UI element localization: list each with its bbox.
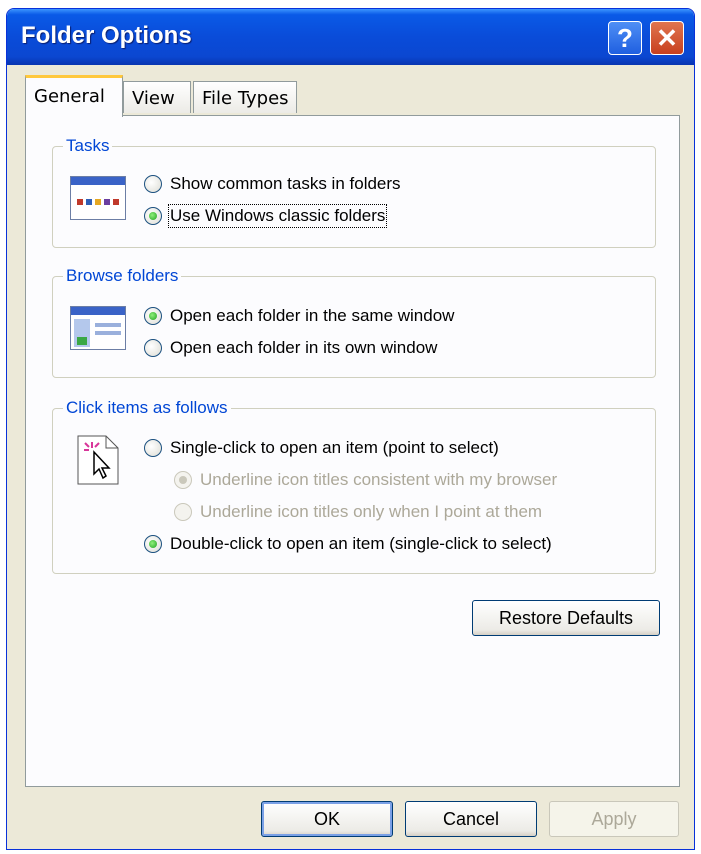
pointer-click-icon	[77, 435, 119, 485]
radio-icon	[144, 439, 162, 457]
close-button[interactable]: ✕	[650, 21, 684, 55]
single-click-radio[interactable]: Single-click to open an item (point to s…	[144, 438, 499, 458]
radio-icon	[144, 175, 162, 193]
classic-folder-window-icon	[70, 176, 126, 220]
underline-on-point-radio[interactable]: Underline icon titles only when I point …	[174, 502, 542, 522]
cancel-button[interactable]: Cancel	[405, 801, 537, 837]
tab-view[interactable]: View	[123, 81, 191, 113]
help-button[interactable]: ?	[608, 21, 642, 55]
double-click-label: Double-click to open an item (single-cli…	[170, 534, 552, 553]
tab-file-types-label: File Types	[202, 88, 289, 109]
radio-icon	[174, 503, 192, 521]
click-items-legend: Click items as follows	[66, 398, 228, 417]
radio-icon	[144, 535, 162, 553]
tab-view-label: View	[132, 88, 175, 109]
radio-icon	[174, 471, 192, 489]
radio-icon	[144, 207, 162, 225]
show-common-tasks-label: Show common tasks in folders	[170, 174, 401, 193]
apply-button[interactable]: Apply	[549, 801, 679, 837]
own-window-radio[interactable]: Open each folder in its own window	[144, 338, 437, 358]
same-window-label: Open each folder in the same window	[170, 306, 455, 325]
own-window-label: Open each folder in its own window	[170, 338, 438, 357]
browse-folders-legend: Browse folders	[66, 266, 179, 285]
radio-icon	[144, 307, 162, 325]
single-click-label: Single-click to open an item (point to s…	[170, 438, 499, 457]
title-bar[interactable]: Folder Options ? ✕	[7, 9, 694, 65]
window-title: Folder Options	[21, 22, 192, 49]
general-tab-panel: Tasks Show common tasks in folders Use W…	[25, 115, 680, 787]
tab-general[interactable]: General	[25, 75, 123, 117]
show-common-tasks-radio[interactable]: Show common tasks in folders	[144, 174, 401, 194]
help-icon: ?	[617, 23, 633, 53]
folder-options-dialog: Folder Options ? ✕ General View File Typ…	[6, 8, 695, 850]
restore-defaults-button[interactable]: Restore Defaults	[472, 600, 660, 636]
radio-icon	[144, 339, 162, 357]
double-click-radio[interactable]: Double-click to open an item (single-cli…	[144, 534, 552, 554]
same-window-radio[interactable]: Open each folder in the same window	[144, 306, 454, 326]
tab-general-label: General	[34, 86, 105, 107]
underline-consistent-label: Underline icon titles consistent with my…	[200, 470, 558, 489]
use-classic-folders-label: Use Windows classic folders	[167, 204, 388, 228]
folder-window-icon	[70, 306, 126, 350]
close-icon: ✕	[656, 23, 678, 53]
use-classic-folders-radio[interactable]: Use Windows classic folders	[144, 204, 388, 228]
underline-on-point-label: Underline icon titles only when I point …	[200, 502, 543, 521]
tasks-legend: Tasks	[66, 136, 110, 155]
underline-consistent-radio[interactable]: Underline icon titles consistent with my…	[174, 470, 557, 490]
ok-button[interactable]: OK	[261, 801, 393, 837]
tab-file-types[interactable]: File Types	[193, 81, 297, 113]
